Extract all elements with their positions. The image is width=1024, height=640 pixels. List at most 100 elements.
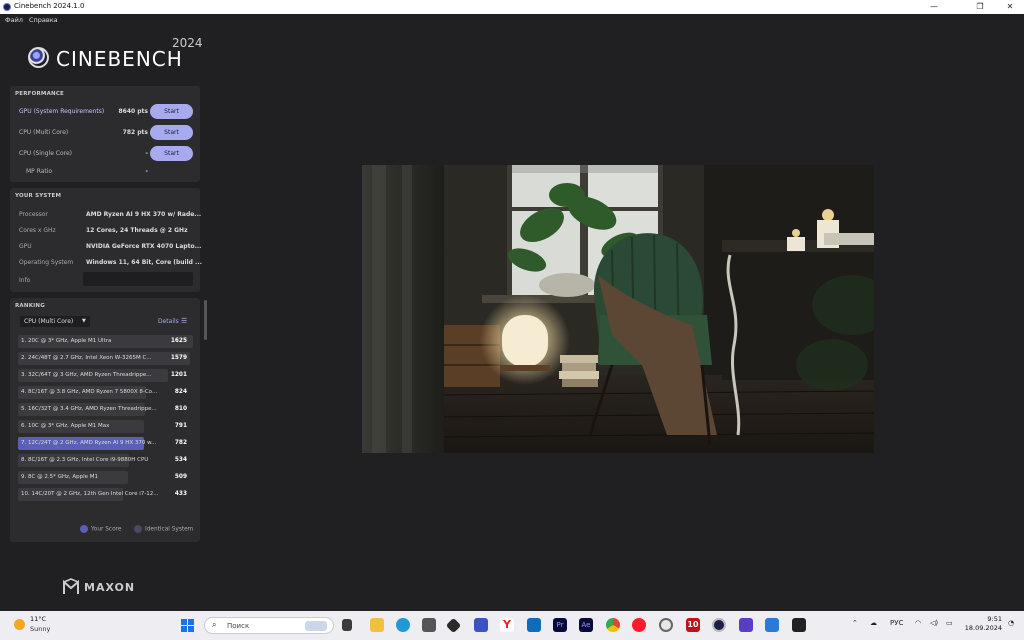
system-panel: YOUR SYSTEM Processor AMD Ryzen AI 9 HX … (10, 188, 202, 292)
mp-ratio-value: - (145, 168, 149, 175)
outlook-icon[interactable] (527, 618, 541, 632)
maxon-wordmark: MAXON (84, 581, 136, 594)
search-highlight-icon (305, 621, 327, 631)
ranking-row[interactable]: 8. 8C/16T @ 2.3 GHz, Intel Core i9-9880H… (18, 454, 193, 467)
ranking-label: 7. 12C/24T @ 2 GHz, AMD Ryzen AI 9 HX 37… (21, 440, 157, 446)
ranking-row[interactable]: 10. 14C/20T @ 2 GHz, 12th Gen Intel Core… (18, 488, 193, 501)
legend-your-score: Your Score (80, 525, 121, 533)
ranking-score: 810 (174, 406, 187, 412)
ranking-row[interactable]: 4. 8C/16T @ 3.8 GHz, AMD Ryzen 7 5800X 8… (18, 386, 193, 399)
identical-system-dot-icon (134, 525, 142, 533)
ranking-label: 1. 20C @ 3* GHz, Apple M1 Ultra (21, 338, 112, 344)
ranking-score: 782 (174, 440, 187, 446)
volume-icon[interactable]: ◁) (930, 619, 938, 627)
ranking-label: 3. 32C/64T @ 3 GHz, AMD Ryzen Threadripp… (21, 372, 152, 378)
store-icon[interactable] (422, 618, 436, 632)
after-effects-icon[interactable]: Ae (579, 618, 593, 632)
wifi-icon[interactable]: ◠ (915, 619, 921, 627)
ranking-row[interactable]: 1. 20C @ 3* GHz, Apple M1 Ultra 1625 (18, 335, 193, 348)
system-heading: YOUR SYSTEM (15, 193, 62, 199)
maximize-button[interactable]: ❐ (968, 1, 992, 13)
app-blue-icon[interactable] (474, 618, 488, 632)
your-score-dot-icon (80, 525, 88, 533)
menu-help[interactable]: Справка (29, 16, 58, 24)
language-indicator[interactable]: РУС (890, 619, 903, 627)
perf-value: - (145, 150, 149, 157)
ranking-label: 9. 8C @ 2.5* GHz, Apple M1 (21, 474, 99, 480)
ranking-label: 2. 24C/48T @ 2.7 GHz, Intel Xeon W-3265M… (21, 355, 152, 361)
file-explorer-icon[interactable] (370, 618, 384, 632)
info-field[interactable] (83, 272, 193, 286)
cinebench-logo-icon (28, 47, 49, 68)
cloud-icon[interactable]: ☁ (870, 619, 877, 627)
ranking-label: 10. 14C/20T @ 2 GHz, 12th Gen Intel Core… (21, 491, 159, 497)
ranking-score: 509 (174, 474, 187, 480)
filter-icon[interactable]: ☰ (181, 317, 187, 325)
chevron-down-icon: ▼ (82, 318, 86, 324)
ranking-row[interactable]: 9. 8C @ 2.5* GHz, Apple M1 509 (18, 471, 193, 484)
performance-panel: PERFORMANCE GPU (System Requirements) 86… (10, 86, 200, 182)
ranking-score: 433 (174, 491, 187, 497)
app-dark-icon[interactable] (792, 618, 806, 632)
menu-bar: Файл Справка (0, 14, 1024, 26)
premiere-icon[interactable]: Pr (553, 618, 567, 632)
yandex-icon[interactable]: Y (500, 618, 514, 632)
details-link[interactable]: Details (158, 318, 179, 325)
legend-identical-system: Identical System (134, 525, 193, 533)
ranking-row[interactable]: 7. 12C/24T @ 2 GHz, AMD Ryzen AI 9 HX 37… (18, 437, 193, 450)
ranking-label: 5. 16C/32T @ 3.4 GHz, AMD Ryzen Threadri… (21, 406, 157, 412)
legend-label: Your Score (91, 526, 122, 533)
notification-icon[interactable]: ◔ (1008, 619, 1014, 627)
clock-time: 9:51 (987, 615, 1002, 623)
chevron-up-icon[interactable]: ⌃ (852, 619, 858, 627)
ranking-score: 1625 (170, 338, 187, 344)
ranking-row[interactable]: 5. 16C/32T @ 3.4 GHz, AMD Ryzen Threadri… (18, 403, 193, 416)
system-row-gpu: GPU NVIDIA GeForce RTX 4070 Lapto... (10, 240, 201, 254)
minimize-button[interactable]: — (922, 1, 946, 13)
ranking-label: 6. 10C @ 3* GHz, Apple M1 Max (21, 423, 110, 429)
ranking-row[interactable]: 2. 24C/48T @ 2.7 GHz, Intel Xeon W-3265M… (18, 352, 193, 365)
ranking-mode-dropdown[interactable]: CPU (Multi Core) ▼ (20, 316, 90, 327)
sun-icon[interactable] (14, 619, 25, 630)
perf-label: GPU (System Requirements) (19, 108, 105, 115)
ranking-row[interactable]: 6. 10C @ 3* GHz, Apple M1 Max 791 (18, 420, 193, 433)
start-cpu-single-button[interactable]: Start (150, 146, 193, 161)
app-cube-icon[interactable] (445, 617, 462, 634)
weather-condition[interactable]: Sunny (30, 625, 50, 633)
menu-file[interactable]: Файл (5, 16, 23, 24)
logo-year: 2024 (172, 36, 203, 50)
search-icon: ⌕ (212, 620, 217, 629)
logo-text: CINEBENCH (56, 47, 183, 71)
close-button[interactable]: ✕ (998, 1, 1022, 13)
app-circle-icon[interactable] (659, 618, 673, 632)
app-10-icon[interactable]: 10 (686, 618, 700, 632)
ranking-score: 791 (174, 423, 187, 429)
battery-icon[interactable]: ▭ (946, 619, 953, 627)
start-gpu-button[interactable]: Start (150, 104, 193, 119)
window-title: Cinebench 2024.1.0 (14, 2, 85, 10)
cinebench-taskbar-icon[interactable] (712, 618, 726, 632)
search-placeholder: Поиск (227, 622, 250, 630)
cinebench-app-icon (3, 3, 11, 11)
system-row-cores: Cores x GHz 12 Cores, 24 Threads @ 2 GHz (10, 224, 200, 238)
taskbar-search[interactable]: ⌕ Поиск (204, 617, 334, 634)
perf-row-cpu-multi: CPU (Multi Core) 782 pts Start (10, 125, 200, 141)
windows-start-icon[interactable] (181, 619, 194, 632)
ranking-score: 1201 (170, 372, 187, 378)
app-paint-icon[interactable] (765, 618, 779, 632)
maxon-logo-icon (63, 578, 79, 594)
system-value: 12 Cores, 24 Threads @ 2 GHz (86, 227, 188, 234)
start-cpu-multi-button[interactable]: Start (150, 125, 193, 140)
ranking-scrollbar[interactable] (204, 300, 207, 340)
edge-icon[interactable] (396, 618, 410, 632)
weather-temp[interactable]: 11°C (30, 615, 46, 623)
system-row-processor: Processor AMD Ryzen AI 9 HX 370 w/ Rade.… (10, 208, 202, 222)
system-value: AMD Ryzen AI 9 HX 370 w/ Rade... (86, 211, 202, 218)
app-purple-icon[interactable] (739, 618, 753, 632)
clock[interactable]: 9:51 18.09.2024 (962, 615, 1002, 633)
chrome-icon[interactable] (606, 618, 620, 632)
ranking-row[interactable]: 3. 32C/64T @ 3 GHz, AMD Ryzen Threadripp… (18, 369, 193, 382)
task-view-icon[interactable] (342, 619, 352, 631)
opera-icon[interactable] (632, 618, 646, 632)
system-label: Processor (19, 211, 48, 218)
